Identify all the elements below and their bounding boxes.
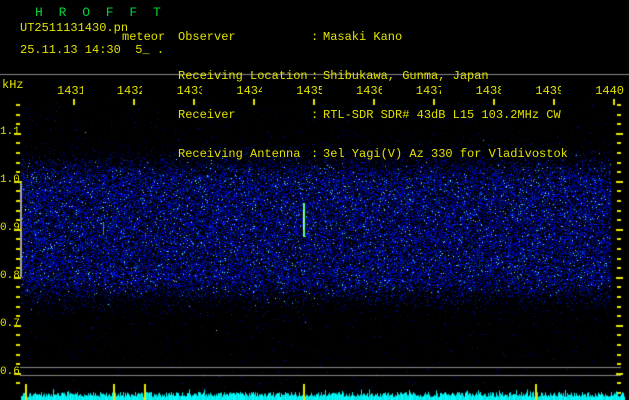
info-value: 3el Yagi(V) Az 330 for Vladivostok [323,148,568,161]
x-axis-label: 1440 [595,84,624,98]
mode-label: meteor [122,30,165,44]
x-axis-label: 1432 [117,84,143,98]
y-axis-label: 0.7 [0,318,17,330]
x-axis-label: 1433 [177,84,203,98]
y-axis-label: 1.1 [0,126,17,138]
x-axis-label: 1435 [296,84,322,98]
y-axis-label: 0.6 [0,366,17,378]
info-separator: : [311,70,323,83]
y-axis-label: 1.0 [0,174,17,186]
info-row-location: Receiving Location: Shibukawa, Gunma, Jap… [178,70,568,83]
info-label: Receiving Antenna [178,148,311,161]
info-row-observer: Observer: Masaki Kano [178,31,568,44]
info-value: Masaki Kano [323,31,402,44]
y-axis-label: 0.8 [0,270,17,282]
date-time-and-count: 25.11.13 14:30 5_ . [20,43,164,57]
info-label: Receiver [178,109,311,122]
info-separator: : [311,109,323,122]
info-value: Shibukawa, Gunma, Japan [323,70,489,83]
x-axis-label: 1436 [356,84,382,98]
info-label: Observer [178,31,311,44]
app-title: H R O F F T [35,5,165,20]
output-filename: UT2511131430.pn [20,21,128,35]
hrofft-window: H R O F F T UT2511131430.pn meteor 25.11… [0,0,629,400]
x-axis-label: 1437 [416,84,442,98]
info-row-antenna: Receiving Antenna:3el Yagi(V) Az 330 for… [178,148,568,161]
y-axis-unit-label: kHz [2,78,24,92]
info-value: RTL-SDR SDR# 43dB L15 103.2MHz CW [323,109,561,122]
x-axis-label: 1431 [57,84,83,98]
info-row-receiver: Receiver: RTL-SDR SDR# 43dB L15 103.2MHz … [178,109,568,122]
info-separator: : [311,31,323,44]
info-label: Receiving Location [178,70,311,83]
y-axis-label: 0.9 [0,222,17,234]
x-axis-label: 1438 [476,84,502,98]
x-axis-label: 1439 [535,84,561,98]
x-axis-label: 1434 [236,84,262,98]
info-separator: : [311,148,323,161]
